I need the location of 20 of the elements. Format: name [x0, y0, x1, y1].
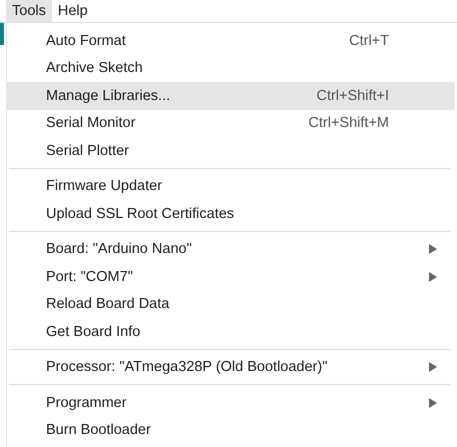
window-edge-accent	[0, 23, 4, 45]
menu-item[interactable]: Serial Monitor Ctrl+Shift+M	[7, 110, 455, 137]
menu-item[interactable]: Archive Sketch	[7, 54, 455, 82]
menu-item[interactable]: Auto Format Ctrl+T	[7, 27, 455, 54]
shortcut-label: Ctrl+Shift+M	[308, 115, 389, 132]
menu-item[interactable]: Processor: "ATmega328P (Old Bootloader)"	[7, 354, 455, 381]
menu-item[interactable]: Port: "COM7"	[7, 263, 455, 290]
menu-item[interactable]: Get Board Info	[7, 318, 455, 346]
menu-item[interactable]: Manage Libraries... Ctrl+Shift+I	[7, 82, 455, 110]
menu-item[interactable]: Upload SSL Root Certificates	[7, 200, 455, 228]
shortcut-label: Ctrl+Shift+I	[316, 88, 389, 104]
menu-item[interactable]: Programmer	[7, 389, 455, 416]
menu-item[interactable]: Board: "Arduino Nano"	[7, 236, 455, 263]
menu-item[interactable]: Reload Board Data	[7, 290, 455, 318]
menu-bar-item[interactable]: Tools	[6, 0, 52, 22]
menu-bar-item[interactable]: Help	[52, 0, 94, 22]
shortcut-label: Ctrl+T	[349, 32, 389, 49]
menu-item[interactable]: Burn Bootloader	[7, 416, 455, 444]
menu-item[interactable]: Serial Plotter	[7, 137, 455, 164]
menu-item[interactable]: Firmware Updater	[7, 172, 455, 200]
